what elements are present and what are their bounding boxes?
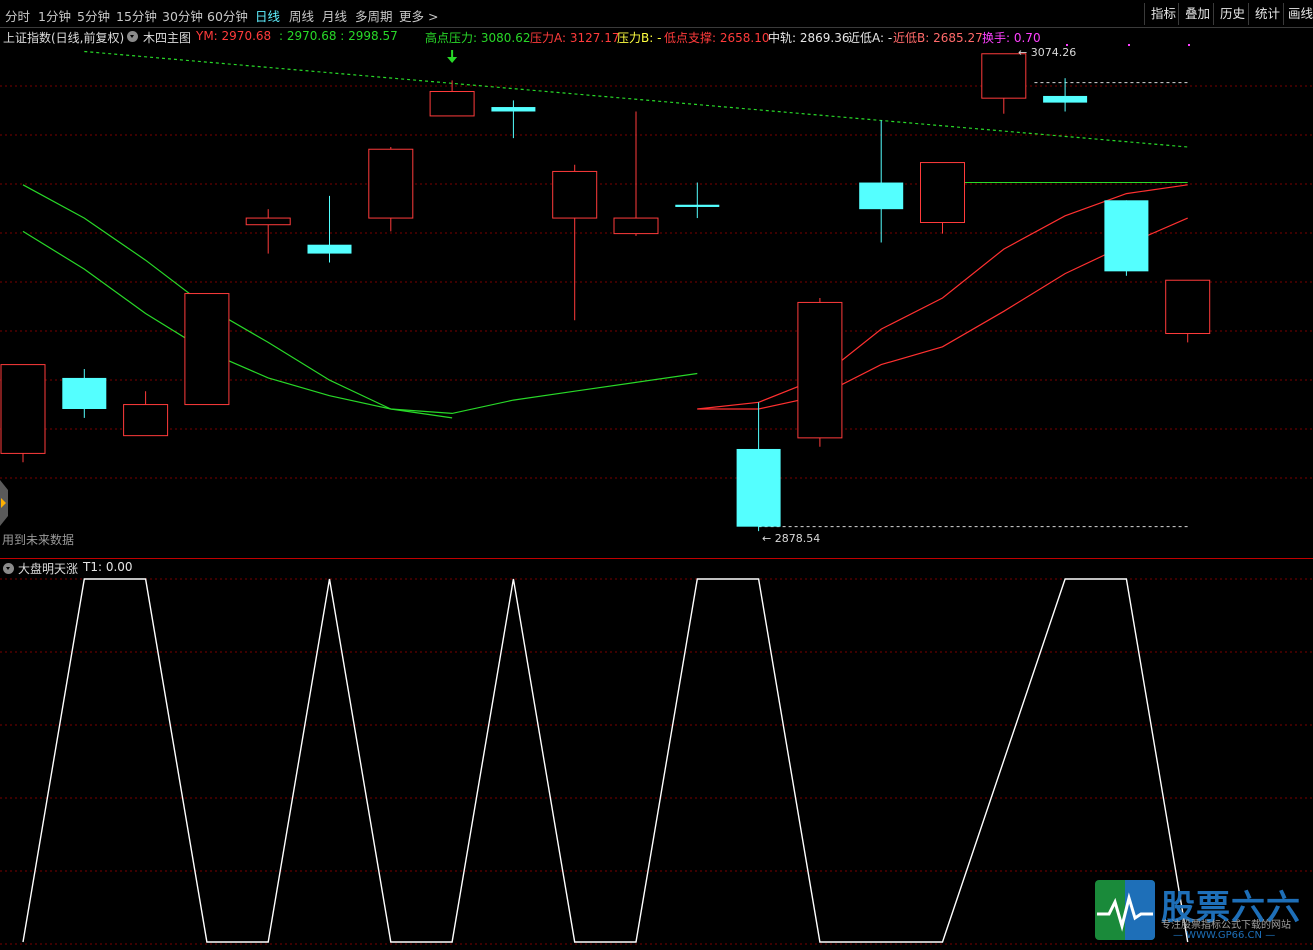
tab-5min[interactable]: 5分钟 bbox=[77, 6, 110, 25]
candle bbox=[1165, 279, 1211, 343]
candle-body bbox=[736, 448, 781, 527]
tab-60min[interactable]: 60分钟 bbox=[207, 6, 248, 25]
tab-15min[interactable]: 15分钟 bbox=[116, 6, 157, 25]
tab-30min[interactable]: 30分钟 bbox=[162, 6, 203, 25]
scroll-left-handle[interactable] bbox=[0, 478, 10, 528]
candle-body bbox=[981, 53, 1027, 99]
candle bbox=[184, 293, 230, 406]
watermark-logo bbox=[1095, 880, 1155, 940]
candle bbox=[0, 364, 46, 463]
candle-body bbox=[613, 217, 659, 235]
candle-body bbox=[675, 204, 720, 207]
candle-body bbox=[245, 217, 291, 226]
candle-body bbox=[491, 107, 536, 112]
history-button[interactable]: 历史 bbox=[1213, 3, 1251, 25]
high-price-label: ← 3074.26 bbox=[1018, 46, 1076, 59]
candle-body bbox=[1104, 200, 1149, 272]
indicator-button[interactable]: 指标 bbox=[1144, 3, 1182, 25]
candle bbox=[368, 147, 414, 232]
candle bbox=[1104, 200, 1149, 276]
candle bbox=[797, 297, 843, 447]
tab-weekly[interactable]: 周线 bbox=[289, 6, 314, 25]
panel-divider bbox=[0, 558, 1313, 559]
candle-body bbox=[184, 293, 230, 406]
candle bbox=[123, 391, 169, 437]
tab-daily[interactable]: 日线 bbox=[255, 6, 280, 25]
candle-body bbox=[0, 364, 46, 454]
draw-line-button[interactable]: 画线 bbox=[1283, 3, 1313, 25]
candle-body bbox=[920, 162, 965, 224]
watermark: 股票六六 专注股票指标公式下载的网站 — WWW.GP66.CN — bbox=[1095, 880, 1305, 942]
candle bbox=[1043, 78, 1088, 112]
candle-body bbox=[307, 244, 352, 254]
candle-body bbox=[552, 170, 598, 219]
candle-body bbox=[429, 91, 475, 117]
watermark-url: — WWW.GP66.CN — bbox=[1173, 930, 1276, 941]
candle-body bbox=[859, 182, 904, 210]
candle-body bbox=[62, 377, 107, 410]
tab-1min[interactable]: 1分钟 bbox=[38, 6, 71, 25]
candle bbox=[552, 164, 598, 321]
candle bbox=[736, 402, 781, 532]
candle-body bbox=[797, 301, 843, 439]
period-toolbar: 分时 1分钟 5分钟 15分钟 30分钟 60分钟 日线 周线 月线 多周期 更… bbox=[0, 0, 1313, 28]
overlay-button[interactable]: 叠加 bbox=[1178, 3, 1216, 25]
candle bbox=[491, 100, 536, 139]
high-marker-arrowhead-icon bbox=[447, 57, 458, 63]
candle-body bbox=[1165, 279, 1211, 335]
candle bbox=[245, 209, 291, 254]
candle-body bbox=[1043, 95, 1088, 103]
turnover-dot bbox=[1188, 44, 1190, 46]
candle bbox=[613, 111, 659, 236]
statistics-button[interactable]: 统计 bbox=[1248, 3, 1286, 25]
ma-green-line-2 bbox=[22, 230, 698, 415]
low-price-label: ← 2878.54 bbox=[762, 532, 820, 545]
watermark-subtitle: 专注股票指标公式下载的网站 bbox=[1161, 920, 1291, 931]
indicator-line bbox=[22, 578, 1189, 943]
tab-more[interactable]: 更多 > bbox=[399, 6, 438, 25]
candle bbox=[62, 369, 107, 418]
candle bbox=[675, 182, 720, 219]
tab-multi-period[interactable]: 多周期 bbox=[355, 6, 393, 25]
candlestick-chart: ← 3074.26 ← 2878.54 bbox=[0, 44, 1313, 545]
candle bbox=[920, 162, 965, 234]
candle-body bbox=[123, 404, 169, 437]
candle-body bbox=[368, 148, 414, 219]
turnover-dot bbox=[1066, 44, 1068, 46]
tab-intraday[interactable]: 分时 bbox=[5, 6, 30, 25]
candle bbox=[859, 120, 904, 243]
candle bbox=[307, 195, 352, 263]
candle bbox=[981, 53, 1027, 114]
tab-monthly[interactable]: 月线 bbox=[322, 6, 347, 25]
turnover-dot bbox=[1128, 44, 1130, 46]
